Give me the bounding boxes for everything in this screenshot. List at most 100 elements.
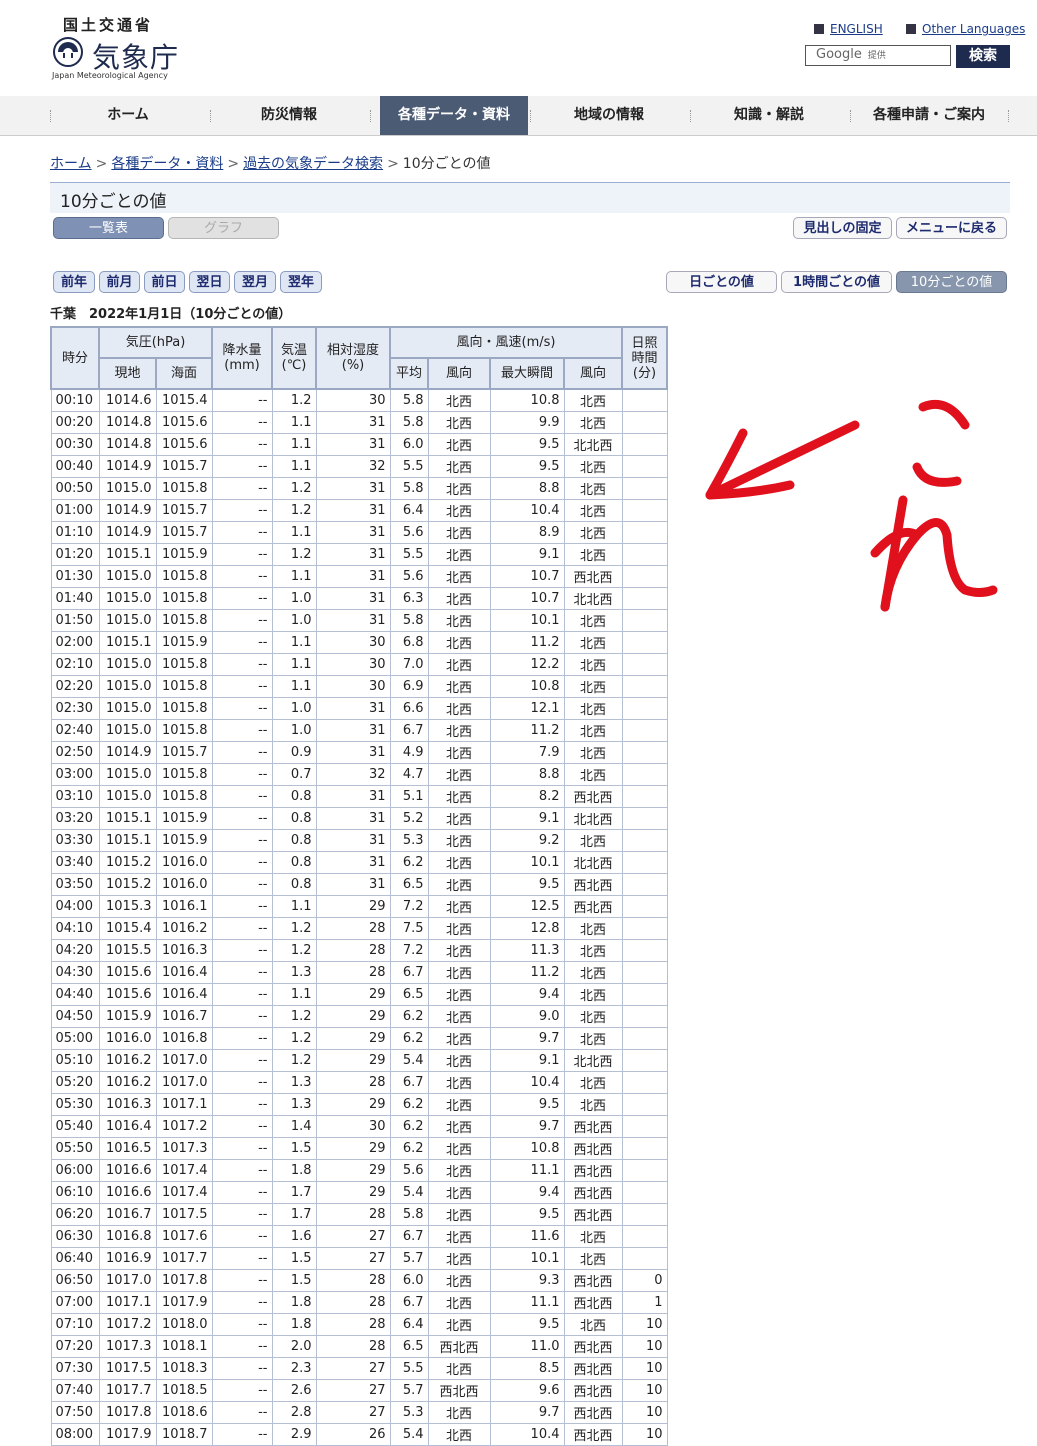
daily-values-button[interactable]: 日ごとの値 xyxy=(666,271,777,293)
table-cell: -- xyxy=(211,477,273,500)
table-cell: 03:50 xyxy=(50,873,100,896)
hourly-values-button[interactable]: 1時間ごとの値 xyxy=(781,271,892,293)
table-cell: 07:20 xyxy=(50,1335,100,1358)
table-cell: 北西 xyxy=(563,763,623,786)
table-cell: 00:30 xyxy=(50,433,100,456)
table-cell: 1015.3 xyxy=(98,895,157,918)
table-cell: 北西 xyxy=(427,829,491,852)
table-cell: 29 xyxy=(315,895,391,918)
table-cell: -- xyxy=(211,1071,273,1094)
table-cell: 10.1 xyxy=(489,609,565,632)
table-cell: 北北西 xyxy=(563,1049,623,1072)
next-year-button[interactable]: 翌年 xyxy=(280,271,322,293)
next-month-button[interactable]: 翌月 xyxy=(234,271,276,293)
table-cell: -- xyxy=(211,873,273,896)
table-cell: -- xyxy=(211,917,273,940)
table-cell xyxy=(621,785,668,808)
table-cell: 5.5 xyxy=(389,543,429,566)
table-cell: 1.1 xyxy=(271,983,317,1006)
table-cell: 29 xyxy=(315,1159,391,1182)
nav-knowledge[interactable]: 知識・解説 xyxy=(695,96,843,135)
table-cell: 6.7 xyxy=(389,719,429,742)
next-day-button[interactable]: 翌日 xyxy=(189,271,230,293)
breadcrumb-home[interactable]: ホーム xyxy=(50,156,92,172)
nav-home[interactable]: ホーム xyxy=(54,96,202,135)
nav-regional-info[interactable]: 地域の情報 xyxy=(535,96,683,135)
nav-separator xyxy=(1008,110,1010,122)
table-cell: 1016.3 xyxy=(155,939,213,962)
table-cell: 1017.8 xyxy=(98,1401,157,1424)
table-cell xyxy=(621,455,668,478)
table-cell: 北西 xyxy=(563,917,623,940)
site-header: 国土交通省 気象庁 Japan Meteorological Agency EN… xyxy=(0,0,1037,96)
nav-applications[interactable]: 各種申請・ご案内 xyxy=(855,96,1003,135)
table-cell: 北西 xyxy=(427,785,491,808)
table-cell: 31 xyxy=(315,411,391,434)
table-row: 02:30 1015.0 1015.8 -- 1.0 31 6.6 北西 12.1 北西 xyxy=(50,697,668,720)
breadcrumb-data[interactable]: 各種データ・資料 xyxy=(111,156,223,172)
table-cell: 北西 xyxy=(427,1093,491,1116)
search-button[interactable]: 検索 xyxy=(956,45,1010,68)
nav-separator xyxy=(850,110,852,122)
english-link[interactable]: ENGLISH xyxy=(814,22,883,36)
table-cell: 1015.0 xyxy=(98,565,157,588)
table-cell: 8.9 xyxy=(489,521,565,544)
table-row: 07:40 1017.7 1018.5 -- 2.6 27 5.7 西北西 9.6 西北西 10 xyxy=(50,1379,668,1402)
table-cell: 30 xyxy=(315,675,391,698)
table-cell: 10.4 xyxy=(489,499,565,522)
prev-year-button[interactable]: 前年 xyxy=(53,271,95,293)
table-cell: 北西 xyxy=(563,411,623,434)
table-cell: 9.5 xyxy=(489,873,565,896)
ten-minute-values-button[interactable]: 10分ごとの値 xyxy=(896,271,1007,293)
table-cell: 北西 xyxy=(563,653,623,676)
table-cell: 西北西 xyxy=(563,895,623,918)
table-cell: 1015.8 xyxy=(155,653,213,676)
table-cell: 1015.1 xyxy=(98,631,157,654)
table-cell: 北西 xyxy=(427,895,491,918)
table-body: 00:10 1014.6 1015.4 -- 1.2 30 5.8 北西 10.8 北西 00:20… xyxy=(50,388,668,1446)
table-cell: 西北西 xyxy=(563,1291,623,1314)
fix-header-button[interactable]: 見出しの固定 xyxy=(793,217,892,239)
table-cell: 西北西 xyxy=(563,1335,623,1358)
table-cell: 1015.7 xyxy=(155,521,213,544)
nav-data[interactable]: 各種データ・資料 xyxy=(380,96,528,135)
prev-day-button[interactable]: 前日 xyxy=(144,271,185,293)
table-cell: 1015.8 xyxy=(155,565,213,588)
table-cell: -- xyxy=(211,631,273,654)
table-cell: 1017.2 xyxy=(155,1115,213,1138)
agency-name[interactable]: 気象庁 xyxy=(92,36,179,76)
table-cell: 7.2 xyxy=(389,895,429,918)
table-cell: 北西 xyxy=(427,675,491,698)
jma-logo-icon[interactable] xyxy=(52,36,84,68)
search-input[interactable]: Google 提供 xyxy=(805,45,951,66)
table-cell: -- xyxy=(211,785,273,808)
breadcrumb-past-data-search[interactable]: 過去の気象データ検索 xyxy=(243,156,383,172)
table-cell: 北西 xyxy=(563,675,623,698)
table-cell: 5.2 xyxy=(389,807,429,830)
table-cell: 1015.6 xyxy=(98,961,157,984)
breadcrumb-current: 10分ごとの値 xyxy=(402,156,491,172)
prev-month-button[interactable]: 前月 xyxy=(99,271,140,293)
tab-list-view[interactable]: 一覧表 xyxy=(53,217,164,239)
tab-graph-view[interactable]: グラフ xyxy=(168,217,279,239)
nav-disaster-info[interactable]: 防災情報 xyxy=(215,96,363,135)
table-cell xyxy=(621,477,668,500)
table-cell: 30 xyxy=(315,653,391,676)
table-cell: 9.9 xyxy=(489,411,565,434)
table-cell: 5.6 xyxy=(389,1159,429,1182)
table-cell: 0.7 xyxy=(271,763,317,786)
table-cell: -- xyxy=(211,609,273,632)
table-cell: -- xyxy=(211,1137,273,1160)
table-cell: 1017.0 xyxy=(98,1269,157,1292)
table-cell: 1014.9 xyxy=(98,499,157,522)
other-languages-link[interactable]: Other Languages xyxy=(906,22,1025,36)
table-cell: 05:00 xyxy=(50,1027,100,1050)
back-to-menu-button[interactable]: メニューに戻る xyxy=(896,217,1007,239)
table-cell: -- xyxy=(211,388,273,412)
precip-label: 降水量 xyxy=(222,343,262,358)
table-cell: 9.5 xyxy=(489,455,565,478)
table-cell: 北西 xyxy=(563,1313,623,1336)
table-cell: 6.5 xyxy=(389,1335,429,1358)
table-cell: 1016.2 xyxy=(155,917,213,940)
table-cell: 北西 xyxy=(563,961,623,984)
